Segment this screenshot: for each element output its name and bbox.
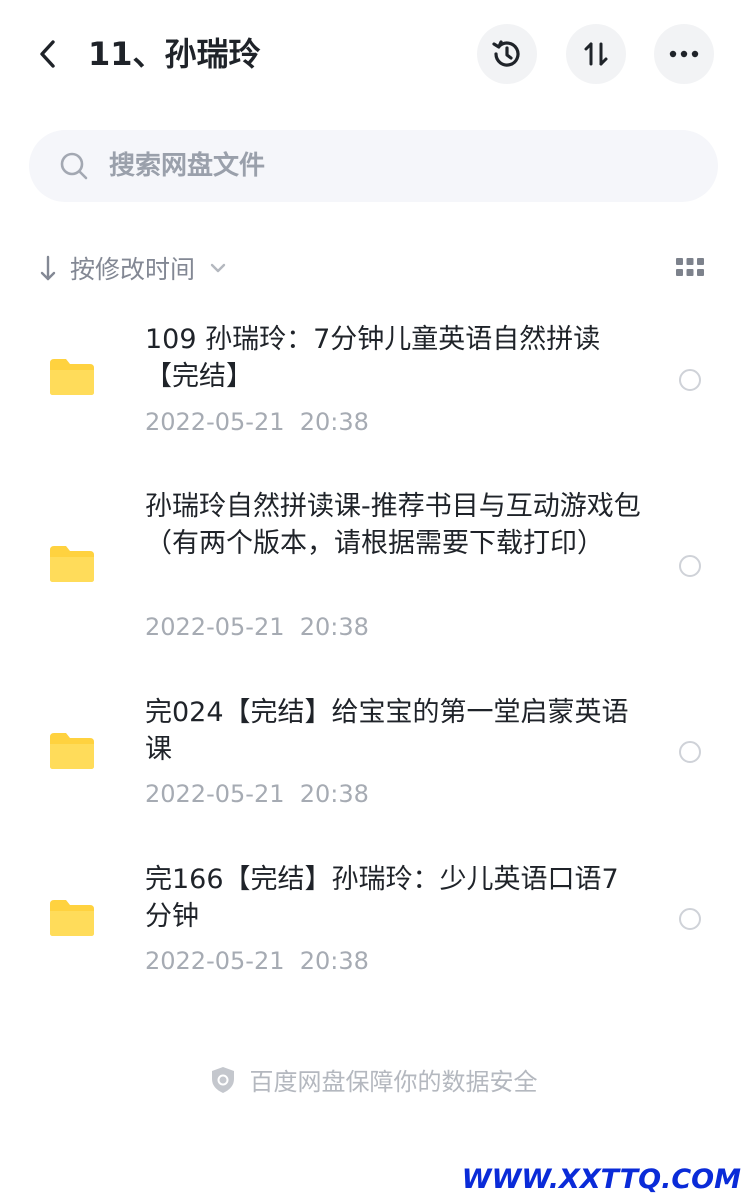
history-button[interactable] [477, 24, 537, 84]
file-name: 孙瑞玲自然拼读课-推荐书目与互动游戏包（有两个版本，请根据需要下载打印） [145, 491, 641, 559]
sort-button[interactable] [566, 24, 626, 84]
file-name: 完166【完结】孙瑞玲：少儿英语口语7分钟 [145, 864, 619, 932]
watermark: WWW.XXTTQ.COM [461, 1164, 741, 1195]
page-title: 11、孙瑞玲 [88, 35, 261, 73]
list-item[interactable]: 完024【完结】给宝宝的第一堂启蒙英语课 2022-05-21 20:38 [0, 676, 747, 816]
list-item[interactable]: 完166【完结】孙瑞玲：少儿英语口语7分钟 2022-05-21 20:38 [0, 843, 747, 983]
file-name: 109 孙瑞玲：7分钟儿童英语自然拼读【完结】 [145, 324, 601, 392]
file-name: 完024【完结】给宝宝的第一堂启蒙英语课 [145, 697, 629, 765]
select-checkbox[interactable] [679, 741, 701, 763]
folder-icon [50, 359, 94, 395]
select-checkbox[interactable] [679, 555, 701, 577]
sort-label: 按修改时间 [70, 255, 196, 284]
file-date: 2022-05-21 20:38 [145, 408, 369, 436]
back-button[interactable] [30, 36, 66, 72]
list-item[interactable]: 孙瑞玲自然拼读课-推荐书目与互动游戏包（有两个版本，请根据需要下载打印） 202… [0, 470, 747, 650]
security-notice-text: 百度网盘保障你的数据安全 [249, 1068, 538, 1096]
search-input[interactable] [109, 130, 689, 202]
shield-icon [211, 1066, 234, 1093]
file-date: 2022-05-21 20:38 [145, 613, 369, 641]
folder-icon [50, 733, 94, 769]
chevron-left-icon [40, 40, 55, 68]
list-item[interactable]: 109 孙瑞玲：7分钟儿童英语自然拼读【完结】 2022-05-21 20:38 [0, 300, 747, 450]
sort-swap-icon [584, 42, 608, 66]
more-icon [669, 50, 699, 58]
top-bar: 11、孙瑞玲 [0, 0, 747, 110]
more-button[interactable] [654, 24, 714, 84]
search-bar[interactable] [29, 130, 718, 202]
security-notice: 百度网盘保障你的数据安全 [0, 1062, 747, 1097]
file-date: 2022-05-21 20:38 [145, 947, 369, 975]
select-checkbox[interactable] [679, 369, 701, 391]
search-icon [60, 152, 88, 180]
sort-selector[interactable]: 按修改时间 [38, 248, 227, 288]
folder-icon [50, 900, 94, 936]
grid-view-icon[interactable] [674, 256, 706, 280]
folder-icon [50, 546, 94, 582]
file-date: 2022-05-21 20:38 [145, 780, 369, 808]
chevron-down-icon [210, 263, 226, 273]
history-icon [492, 40, 520, 67]
select-checkbox[interactable] [679, 908, 701, 930]
arrow-down-icon [40, 255, 56, 281]
